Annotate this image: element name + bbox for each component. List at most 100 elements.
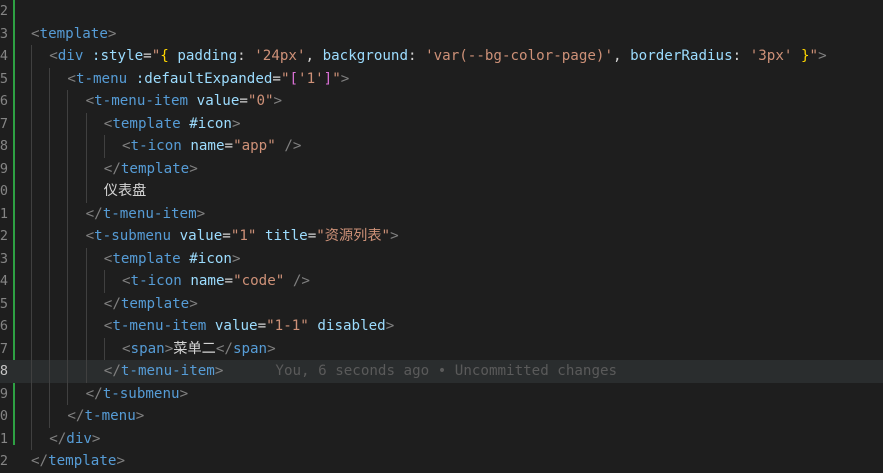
code-content: 仪表盘 bbox=[104, 180, 147, 203]
indent-guide bbox=[31, 225, 32, 248]
code-token: template bbox=[48, 453, 117, 469]
code-line[interactable]: 6 <t-menu-item value="0"> bbox=[0, 90, 883, 113]
code-token: template bbox=[120, 295, 190, 312]
code-line[interactable]: 8 </t-menu-item> You, 6 seconds ago • Unco… bbox=[0, 360, 883, 383]
indent-guide bbox=[31, 382, 32, 405]
code-token: t-icon bbox=[130, 138, 182, 154]
code-token: "1" bbox=[230, 228, 257, 244]
code-token: = bbox=[239, 93, 248, 109]
indent-guide bbox=[49, 180, 51, 203]
code-token: " bbox=[151, 48, 161, 64]
code-token: 'var(--bg-color-page)' bbox=[425, 48, 614, 64]
code-content: </t-menu-item> bbox=[86, 203, 206, 226]
code-token: = bbox=[272, 70, 281, 87]
code-content: </t-menu-item> You, 6 seconds ago • Uncom… bbox=[104, 360, 617, 383]
code-token: > bbox=[818, 48, 827, 64]
code-token: : bbox=[732, 48, 750, 64]
indent-guide bbox=[31, 315, 32, 338]
code-line[interactable]: 9 </t-submenu> bbox=[0, 382, 883, 405]
indent-guide bbox=[31, 292, 32, 315]
code-token: name bbox=[190, 273, 225, 289]
code-token: [ bbox=[289, 70, 299, 87]
code-line[interactable]: 3 <template #icon> bbox=[0, 247, 883, 270]
indent-guide bbox=[67, 90, 69, 113]
code-content: <t-menu-item value="0"> bbox=[86, 90, 283, 113]
git-blame-annotation: You, 6 seconds ago • Uncommitted changes bbox=[275, 363, 618, 379]
code-editor[interactable]: 2 3 <template> 4 <div :style="{ padding: '24… bbox=[0, 0, 883, 473]
code-line[interactable]: 0 </t-menu> bbox=[0, 405, 883, 428]
line-number: 1 bbox=[0, 430, 8, 447]
line-number: 2 bbox=[0, 453, 8, 469]
code-token: > bbox=[273, 93, 283, 109]
code-content: <div :style="{ padding: '24px', backgrou… bbox=[49, 45, 826, 68]
indent-guide bbox=[85, 157, 87, 180]
code-token: < bbox=[122, 273, 131, 289]
code-token: padding bbox=[177, 48, 238, 64]
code-token: name bbox=[190, 138, 225, 154]
code-token: '3px' bbox=[749, 48, 793, 64]
code-token: > bbox=[231, 115, 241, 132]
code-token: < bbox=[85, 93, 95, 109]
code-token: </ bbox=[103, 295, 121, 312]
code-line[interactable]: 4 <div :style="{ padding: '24px', backgro… bbox=[0, 45, 883, 68]
indent-guide bbox=[85, 247, 87, 270]
code-line[interactable]: 2 bbox=[0, 0, 883, 23]
code-token: "资源列表" bbox=[316, 228, 391, 244]
code-token: > bbox=[231, 250, 241, 267]
code-line[interactable]: 5 <t-menu :defaultExpanded="['1']"> bbox=[0, 67, 883, 90]
code-line[interactable]: 1 </div> bbox=[0, 427, 883, 450]
indent-guide bbox=[85, 270, 87, 293]
line-number: 3 bbox=[0, 250, 8, 267]
code-line[interactable]: 6 <t-menu-item value="1-1" disabled> bbox=[0, 315, 883, 338]
code-token: < bbox=[122, 340, 131, 357]
code-token: template bbox=[39, 25, 108, 42]
line-number: 4 bbox=[0, 48, 8, 64]
indent-guide bbox=[85, 315, 87, 338]
code-token: "1-1" bbox=[266, 318, 309, 334]
code-line[interactable]: 9 </template> bbox=[0, 157, 883, 180]
code-token: </ bbox=[31, 453, 49, 469]
code-line[interactable]: 5 </template> bbox=[0, 292, 883, 315]
indent-guide bbox=[49, 157, 51, 180]
code-line[interactable]: 7 <template #icon> bbox=[0, 112, 883, 135]
code-token: template bbox=[112, 250, 181, 267]
indent-guide bbox=[31, 360, 32, 383]
indent-guide bbox=[31, 135, 32, 158]
code-line[interactable]: 0 仪表盘 bbox=[0, 180, 883, 203]
line-number: 7 bbox=[0, 115, 8, 132]
indent-guide bbox=[67, 157, 69, 180]
code-token: "app" bbox=[233, 138, 276, 154]
code-line[interactable]: 2 <t-submenu value="1" title="资源列表"> bbox=[0, 225, 883, 248]
indent-guide bbox=[67, 292, 69, 315]
code-line[interactable]: 2 </template> bbox=[0, 450, 883, 473]
indent-guide bbox=[67, 315, 69, 338]
code-token: </ bbox=[103, 363, 121, 379]
indent-guide bbox=[103, 135, 105, 158]
indent-guide bbox=[49, 337, 51, 360]
line-number: 2 bbox=[0, 3, 8, 19]
code-token: </ bbox=[85, 205, 103, 222]
code-token: > bbox=[107, 25, 117, 42]
code-token: < bbox=[85, 228, 95, 244]
code-token: = bbox=[224, 273, 234, 289]
code-token: value bbox=[196, 93, 240, 109]
code-token: </ bbox=[49, 430, 67, 447]
indent-guide bbox=[31, 202, 32, 225]
code-token: template bbox=[112, 115, 181, 132]
indent-guide bbox=[67, 382, 69, 405]
code-line[interactable]: 7 <span>菜单二</span> bbox=[0, 337, 883, 360]
code-line[interactable]: 8 <t-icon name="app" /> bbox=[0, 135, 883, 158]
code-token: div bbox=[66, 430, 92, 447]
code-token: > bbox=[267, 340, 276, 357]
code-token: > bbox=[340, 70, 350, 87]
code-line[interactable]: 3 <template> bbox=[0, 23, 883, 46]
line-number: 8 bbox=[0, 363, 8, 379]
code-line[interactable]: 4 <t-icon name="code" /> bbox=[0, 270, 883, 293]
code-token: > bbox=[189, 295, 198, 312]
code-line[interactable]: 1 </t-menu-item> bbox=[0, 202, 883, 226]
code-content: <t-icon name="app" /> bbox=[122, 135, 301, 158]
